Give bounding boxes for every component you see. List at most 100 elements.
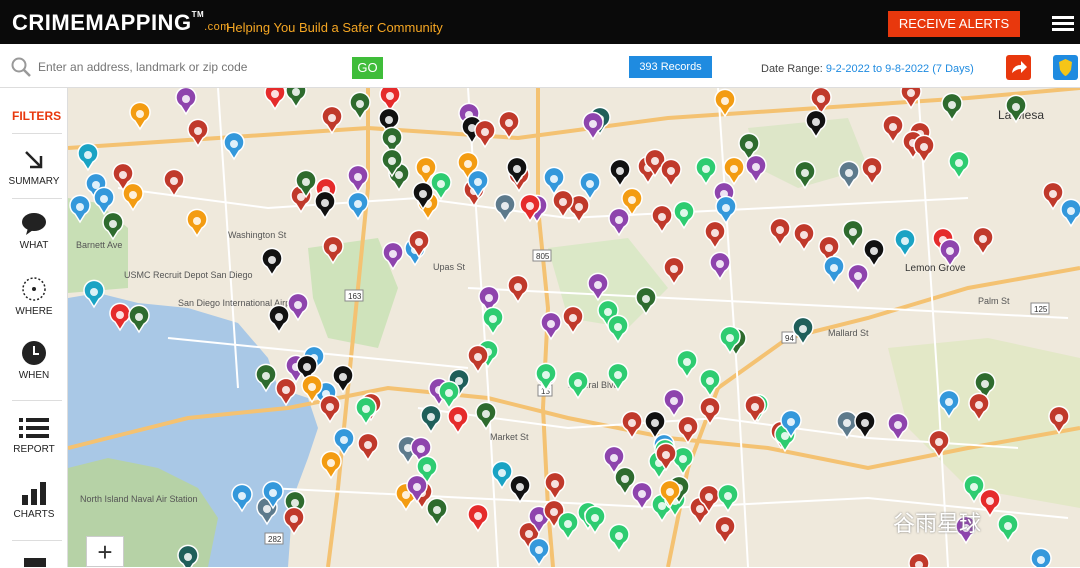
theft-marker[interactable] (1005, 94, 1027, 124)
vehicle-crime-marker[interactable] (887, 412, 909, 442)
fraud-marker[interactable] (535, 362, 557, 392)
theft-marker[interactable] (128, 304, 150, 334)
cluster-marker[interactable] (979, 488, 1001, 518)
assault-marker[interactable] (321, 105, 343, 135)
sidebar-item-report[interactable]: REPORT (0, 416, 68, 455)
assault-marker[interactable] (322, 235, 344, 265)
theft-marker[interactable] (285, 88, 307, 109)
burglary-marker[interactable] (314, 190, 336, 220)
filters-tab[interactable]: FILTERS (12, 109, 61, 123)
fraud-marker[interactable] (482, 306, 504, 336)
fraud-marker[interactable] (673, 200, 695, 230)
robbery-marker[interactable] (836, 410, 858, 440)
date-range[interactable]: Date Range: 9-2-2022 to 9-8-2022 (7 Days… (761, 63, 974, 75)
assault-marker[interactable] (769, 217, 791, 247)
dui-marker[interactable] (223, 131, 245, 161)
fraud-marker[interactable] (699, 368, 721, 398)
assault-marker[interactable] (357, 432, 379, 462)
zoom-in-button[interactable]: + (86, 536, 124, 567)
go-button[interactable]: GO (352, 57, 383, 79)
assault-marker[interactable] (275, 377, 297, 407)
assault-marker[interactable] (562, 305, 584, 335)
dui-marker[interactable] (579, 171, 601, 201)
dui-marker[interactable] (69, 194, 91, 224)
burglary-marker[interactable] (268, 304, 290, 334)
vehicle-crime-marker[interactable] (608, 207, 630, 237)
burglary-marker[interactable] (609, 158, 631, 188)
vehicle-crime-marker[interactable] (939, 238, 961, 268)
assault-marker[interactable] (861, 156, 883, 186)
assault-marker[interactable] (474, 119, 496, 149)
burglary-marker[interactable] (332, 364, 354, 394)
assault-marker[interactable] (467, 344, 489, 374)
fraud-marker[interactable] (997, 513, 1019, 543)
dui-marker[interactable] (528, 537, 550, 567)
sidebar-item-when[interactable]: WHEN (0, 340, 68, 381)
hamburger-menu-icon[interactable] (1052, 16, 1074, 32)
fraud-marker[interactable] (948, 150, 970, 180)
vehicle-crime-marker[interactable] (847, 263, 869, 293)
records-count[interactable]: 393 Records (629, 56, 712, 78)
vehicle-theft-marker[interactable] (420, 404, 442, 434)
assault-marker[interactable] (187, 118, 209, 148)
fraud-marker[interactable] (607, 362, 629, 392)
theft-marker[interactable] (255, 363, 277, 393)
weapon-marker[interactable] (491, 460, 513, 490)
vehicle-crime-marker[interactable] (663, 388, 685, 418)
fraud-marker[interactable] (557, 511, 579, 541)
assault-marker[interactable] (704, 220, 726, 250)
vehicle-crime-marker[interactable] (287, 292, 309, 322)
fraud-marker[interactable] (355, 396, 377, 426)
assault-marker[interactable] (908, 552, 930, 567)
vehicle-crime-marker[interactable] (631, 481, 653, 511)
assault-marker[interactable] (319, 394, 341, 424)
assault-marker[interactable] (968, 392, 990, 422)
vehicle-theft-marker[interactable] (177, 544, 199, 567)
theft-marker[interactable] (102, 211, 124, 241)
robbery-marker[interactable] (494, 193, 516, 223)
theft-marker[interactable] (426, 497, 448, 527)
dui-marker[interactable] (938, 389, 960, 419)
dui-marker[interactable] (1030, 547, 1052, 567)
fraud-marker[interactable] (695, 156, 717, 186)
vehicle-crime-marker[interactable] (745, 154, 767, 184)
assault-marker[interactable] (163, 168, 185, 198)
burglary-marker[interactable] (863, 238, 885, 268)
police-badge-button[interactable] (1053, 55, 1078, 80)
fraud-marker[interactable] (608, 523, 630, 553)
sidebar-item-charts[interactable]: CHARTS (0, 481, 68, 520)
dui-marker[interactable] (347, 191, 369, 221)
sidebar-item-summary[interactable]: SUMMARY (0, 148, 68, 187)
theft-marker[interactable] (349, 91, 371, 121)
weapon-marker[interactable] (83, 279, 105, 309)
vehicle-theft-marker[interactable] (792, 316, 814, 346)
dui-marker[interactable] (231, 483, 253, 513)
assault-marker[interactable] (663, 256, 685, 286)
print-icon[interactable] (24, 558, 46, 567)
drug-marker[interactable] (723, 156, 745, 186)
burglary-marker[interactable] (261, 247, 283, 277)
drug-marker[interactable] (122, 182, 144, 212)
assault-marker[interactable] (1048, 405, 1070, 435)
assault-marker[interactable] (544, 471, 566, 501)
vehicle-crime-marker[interactable] (382, 241, 404, 271)
assault-marker[interactable] (651, 204, 673, 234)
burglary-marker[interactable] (509, 474, 531, 504)
receive-alerts-button[interactable]: RECEIVE ALERTS (888, 11, 1020, 37)
logo[interactable]: CRIMEMAPPINGTM.com (12, 10, 230, 36)
assault-marker[interactable] (714, 515, 736, 545)
fraud-marker[interactable] (676, 349, 698, 379)
assault-marker[interactable] (972, 226, 994, 256)
dui-marker[interactable] (333, 427, 355, 457)
cluster-marker[interactable] (379, 88, 401, 113)
weapon-marker[interactable] (77, 142, 99, 172)
vehicle-crime-marker[interactable] (587, 272, 609, 302)
sidebar-item-where[interactable]: WHERE (0, 276, 68, 317)
assault-marker[interactable] (498, 110, 520, 140)
dui-marker[interactable] (93, 186, 115, 216)
theft-marker[interactable] (635, 286, 657, 316)
fraud-marker[interactable] (607, 314, 629, 344)
assault-marker[interactable] (552, 189, 574, 219)
vehicle-crime-marker[interactable] (709, 251, 731, 281)
dui-marker[interactable] (823, 255, 845, 285)
